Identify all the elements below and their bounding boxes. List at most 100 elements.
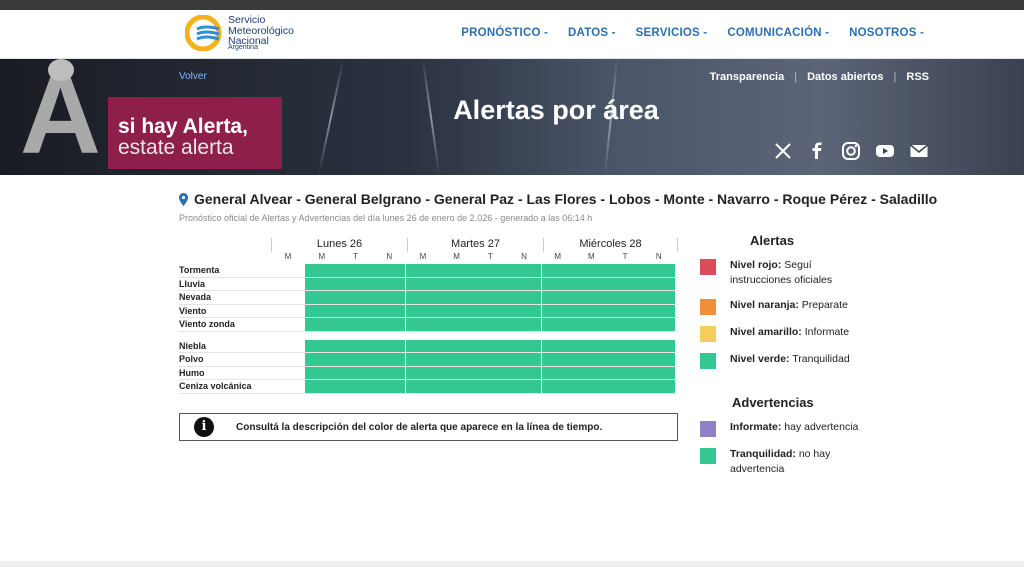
alert-level-cell[interactable] <box>406 318 542 331</box>
legend-item: Tranquilidad: no hay advertencia <box>700 447 870 477</box>
link-transparencia[interactable]: Transparencia <box>710 71 785 83</box>
facebook-icon[interactable] <box>807 141 827 161</box>
forecast-row: Viento <box>179 304 678 318</box>
alert-level-cell[interactable] <box>406 291 542 304</box>
footer-bar <box>0 561 1024 567</box>
alert-level-cell[interactable] <box>542 366 676 379</box>
location-pin-icon <box>179 192 188 206</box>
period-label: T <box>487 252 493 261</box>
menu-pronostico[interactable]: PRONÓSTICO - <box>461 27 548 39</box>
period-label: N <box>655 252 662 261</box>
empty-cell <box>271 305 305 318</box>
menu-comunicacion[interactable]: COMUNICACIÓN - <box>727 27 829 39</box>
day-header: Martes 27 <box>407 238 543 252</box>
page-title: Alertas por área <box>453 95 659 125</box>
alert-level-cell[interactable] <box>542 264 676 277</box>
forecast-row: Lluvia <box>179 277 678 291</box>
x-icon[interactable] <box>773 141 793 161</box>
empty-cell <box>271 340 305 353</box>
period-label: T <box>353 252 358 261</box>
legend-text: Nivel rojo: Seguí instrucciones oficiale… <box>730 259 833 286</box>
instagram-icon[interactable] <box>841 141 861 161</box>
legend-item: Nivel naranja: Preparate <box>700 298 870 315</box>
alert-level-cell[interactable] <box>542 304 676 317</box>
forecast-row: Nevada <box>179 291 678 305</box>
smn-logo[interactable]: Servicio Meteorológico Nacional Argentin… <box>185 13 315 55</box>
info-notice: i Consultá la descripción del color de a… <box>179 413 678 441</box>
alert-level-cell[interactable] <box>406 380 542 393</box>
empty-cell <box>271 278 305 291</box>
link-rss[interactable]: RSS <box>906 71 929 83</box>
alert-level-cell[interactable] <box>305 318 406 331</box>
alert-level-cell[interactable] <box>305 380 406 393</box>
alert-level-cell[interactable] <box>406 304 542 317</box>
alert-level-cell[interactable] <box>305 353 406 366</box>
alert-level-cell[interactable] <box>406 339 542 352</box>
youtube-icon[interactable] <box>875 141 895 161</box>
alert-level-cell[interactable] <box>305 277 406 290</box>
period-label: N <box>521 252 527 261</box>
brand-country: Argentina <box>228 44 258 51</box>
link-separator: | <box>893 71 897 83</box>
warnings-legend-title: Advertencias <box>732 395 814 410</box>
legend-item: Nivel rojo: Seguí instrucciones oficiale… <box>700 258 870 288</box>
period-label: M <box>588 252 595 261</box>
legend-swatch <box>700 299 716 315</box>
alert-level-cell[interactable] <box>406 277 542 290</box>
forecast-row: Niebla <box>179 339 678 353</box>
empty-cell <box>271 367 305 380</box>
smn-logo-icon <box>185 15 222 51</box>
alerts-legend-title: Alertas <box>750 233 795 248</box>
forecast-grid: Lunes 26 Martes 27 Miércoles 28 M M T N M M T N… <box>179 238 678 394</box>
menu-datos[interactable]: DATOS - <box>568 27 616 39</box>
legend-level: Nivel rojo: <box>730 259 782 271</box>
legend-level: Nivel naranja: <box>730 299 799 311</box>
forecast-row: Viento zonda <box>179 318 678 332</box>
empty-cell <box>271 291 305 304</box>
alert-level-cell[interactable] <box>305 366 406 379</box>
warnings-legend: Informate: hay advertencia Tranquilidad: … <box>700 420 870 477</box>
alert-level-cell[interactable] <box>406 353 542 366</box>
alert-level-cell[interactable] <box>542 291 676 304</box>
legend-text: Informate: hay advertencia <box>730 421 859 433</box>
period-headers: MMTNMMTNMMTN <box>179 252 678 264</box>
menu-servicios[interactable]: SERVICIOS - <box>636 27 708 39</box>
phenomenon-label: Humo <box>179 367 205 378</box>
phenomenon-label: Lluvia <box>179 278 206 289</box>
period-label: M <box>554 252 561 261</box>
alert-level-cell[interactable] <box>305 264 406 277</box>
legend-text: Tranquilidad: no hay advertencia <box>730 448 831 475</box>
alert-level-cell[interactable] <box>542 318 676 331</box>
alert-level-cell[interactable] <box>542 277 676 290</box>
alert-level-cell[interactable] <box>406 264 542 277</box>
period-label: M <box>453 252 460 261</box>
period-spacer <box>179 252 271 264</box>
forecast-subtitle: Pronóstico oficial de Alertas y Adverten… <box>179 213 593 223</box>
legend-swatch <box>700 259 716 275</box>
alert-level-cell[interactable] <box>406 366 542 379</box>
legend-swatch <box>700 353 716 369</box>
brand-line1: Servicio <box>228 14 266 26</box>
day-headers: Lunes 26 Martes 27 Miércoles 28 <box>271 238 678 252</box>
alert-level-cell[interactable] <box>305 291 406 304</box>
legend-level: Tranquilidad: <box>730 448 796 460</box>
link-datos-abiertos[interactable]: Datos abiertos <box>807 71 883 83</box>
alert-level-cell[interactable] <box>305 339 406 352</box>
phenomenon-label: Nevada <box>179 292 212 302</box>
legend-level: Nivel verde: <box>730 353 790 365</box>
alert-level-cell[interactable] <box>542 353 676 366</box>
alert-level-cell[interactable] <box>542 380 676 393</box>
legend-item: Nivel verde: Tranquilidad <box>700 352 870 369</box>
mail-icon[interactable] <box>909 141 929 161</box>
hero-banner: A si hay Alerta, estate alerta Volver Tr… <box>0 59 1024 175</box>
period-label: M <box>419 252 427 261</box>
empty-cell <box>271 353 305 366</box>
phenomenon-label: Viento <box>179 305 207 316</box>
menu-nosotros[interactable]: NOSOTROS - <box>849 27 924 39</box>
alert-level-cell[interactable] <box>305 304 406 317</box>
alert-level-cell[interactable] <box>542 339 676 352</box>
legend-swatch <box>700 421 716 437</box>
notice-text: Consultá la descripción del color de ale… <box>236 421 603 433</box>
back-link[interactable]: Volver <box>179 71 207 82</box>
navbar: Servicio Meteorológico Nacional Argentin… <box>0 10 1024 59</box>
